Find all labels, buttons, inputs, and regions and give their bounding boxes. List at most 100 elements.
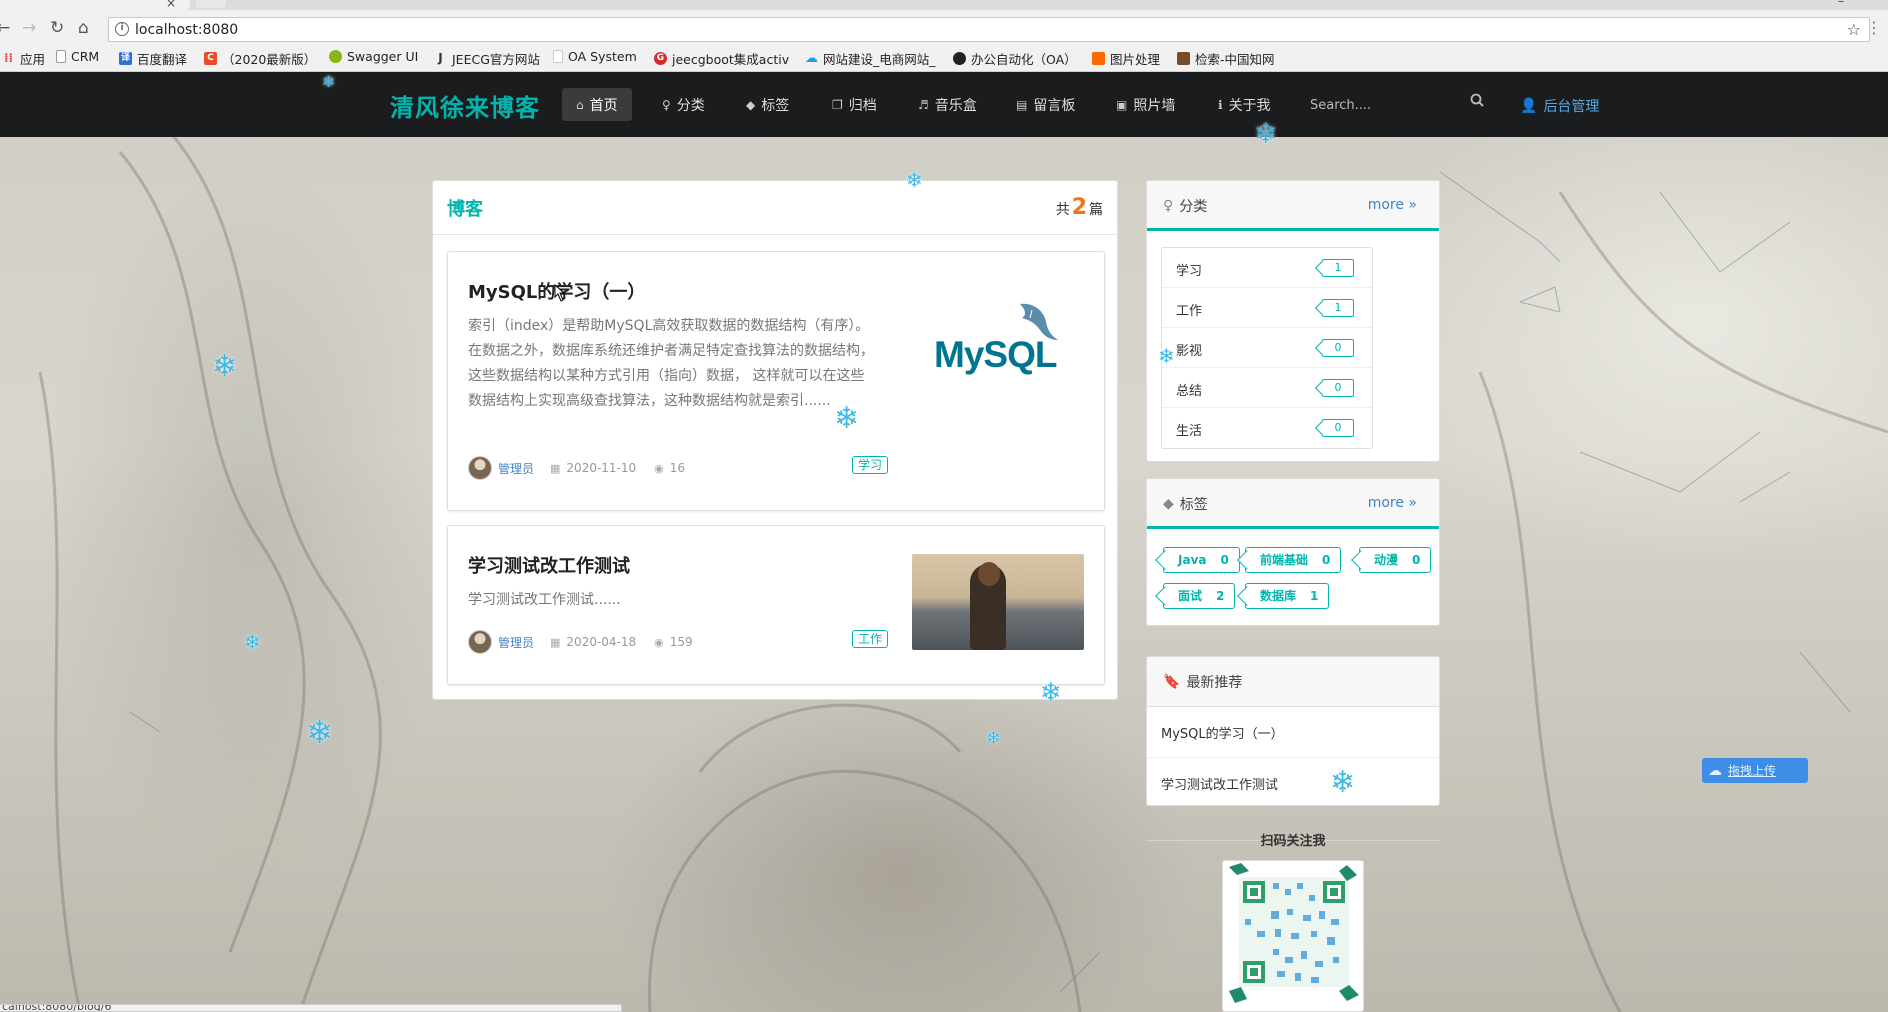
snowflake-icon: ❄: [1254, 117, 1278, 150]
double-chevron-right-icon: »: [1408, 197, 1417, 213]
category-item[interactable]: 影视 0: [1162, 328, 1372, 368]
address-row: ← → ↻ ⌂ i localhost:8080 ☆ ⋮: [0, 14, 1888, 46]
category-item[interactable]: 生活 0: [1162, 408, 1372, 448]
recommend-card-title: 🔖 最新推荐: [1163, 672, 1242, 692]
snowflake-icon: ❄: [1330, 765, 1356, 800]
snowflake-icon: ❄: [1158, 344, 1175, 368]
bookmark-swagger[interactable]: Swagger UI: [329, 49, 418, 64]
qr-title: 扫码关注我: [1260, 834, 1326, 849]
tag-item[interactable]: 动漫 0: [1359, 547, 1432, 573]
address-url[interactable]: localhost:8080: [135, 22, 238, 38]
bookmark-2020[interactable]: C （2020最新版）: [204, 49, 316, 68]
search-input[interactable]: [1310, 92, 1490, 118]
post-thumbnail-mysql-logo[interactable]: MySQL: [912, 292, 1084, 388]
bookmark-oa-system[interactable]: OA System: [553, 49, 637, 64]
post-thumbnail-photo[interactable]: [912, 554, 1084, 650]
calendar-icon: ▦: [550, 635, 561, 649]
address-bar[interactable]: i localhost:8080 ☆: [108, 17, 1870, 42]
bookmark-label: jeecgboot集成activ: [672, 52, 790, 67]
nav-item-category[interactable]: ♀ 分类: [648, 88, 719, 121]
category-count-badge: 1: [1322, 259, 1354, 277]
category-item[interactable]: 总结 0: [1162, 368, 1372, 408]
upload-label: 拖拽上传: [1728, 764, 1777, 778]
tag-card-header: ◆ 标签 more »: [1147, 479, 1439, 529]
post-meta: 管理员 ▦ 2020-11-10 ◉ 16: [468, 456, 685, 480]
nav-item-archive[interactable]: ❐ 归档: [818, 88, 891, 121]
bookmark-baidu-translate[interactable]: 译百度翻译: [119, 49, 187, 68]
bookmark-label: 网站建设_电商网站_: [823, 52, 936, 67]
bookmark-crm[interactable]: CRM: [56, 49, 99, 64]
recommend-item[interactable]: 学习测试改工作测试: [1147, 757, 1439, 807]
site-brand[interactable]: 清风徐来博客: [390, 88, 540, 123]
browser-tab[interactable]: [0, 0, 190, 10]
bookmark-image-tool[interactable]: 图片处理: [1092, 49, 1160, 68]
snowflake-icon: ❄: [306, 713, 333, 751]
tag-item[interactable]: 前端基础 0: [1245, 547, 1342, 573]
nav-item-label: 归档: [848, 97, 877, 114]
blog-count: 共 2 篇: [1056, 195, 1103, 220]
tag-more-link[interactable]: more »: [1368, 495, 1417, 511]
eye-icon: ◉: [654, 461, 664, 475]
bookmark-jeecgboot[interactable]: Gjeecgboot集成activ: [654, 49, 789, 68]
bookmark-label: 图片处理: [1110, 52, 1161, 67]
bookmark-oa[interactable]: 办公自动化（OA）: [953, 49, 1077, 68]
category-more-link[interactable]: more »: [1368, 197, 1417, 213]
card-title-text: 分类: [1179, 199, 1208, 215]
admin-link-label: 后台管理: [1543, 99, 1600, 115]
bookmark-web-build[interactable]: ☁ 网站建设_电商网站_: [805, 49, 936, 68]
qr-code-image: [1229, 863, 1359, 1003]
post-views: 16: [669, 461, 686, 475]
nav-item-photos[interactable]: ▣ 照片墙: [1102, 88, 1189, 121]
nav-item-home[interactable]: ⌂ 首页: [562, 88, 632, 121]
tag-count: 1: [1310, 589, 1319, 603]
mysql-logo-text: MySQL: [934, 334, 1057, 375]
bookmark-star-icon[interactable]: ☆: [1847, 20, 1861, 39]
bookmark-label: 办公自动化（OA）: [971, 52, 1077, 67]
nav-item-label: 分类: [676, 97, 705, 114]
post-tag[interactable]: 工作: [851, 630, 888, 648]
bookmark-label: CRM: [71, 49, 100, 64]
category-item[interactable]: 学习 1: [1162, 248, 1372, 288]
swagger-icon: [329, 50, 342, 63]
post-author[interactable]: 管理员: [498, 460, 534, 477]
post-title[interactable]: 学习测试改工作测试: [468, 552, 630, 578]
category-card-title: ♀ 分类: [1163, 196, 1207, 216]
site-info-icon[interactable]: i: [115, 22, 129, 36]
bookmark-apps[interactable]: ⁞⁞ 应用: [2, 49, 45, 68]
count-prefix: 共: [1055, 202, 1070, 218]
search-icon[interactable]: [1470, 93, 1484, 107]
home-icon[interactable]: ⌂: [78, 18, 89, 38]
snowflake-icon: ❄: [1040, 678, 1062, 708]
eye-icon: ◉: [654, 635, 664, 649]
back-icon[interactable]: ←: [0, 18, 10, 38]
admin-link[interactable]: 👤 后台管理: [1520, 96, 1599, 116]
post-tag[interactable]: 学习: [851, 456, 888, 474]
nav-item-guestbook[interactable]: ▤ 留言板: [1002, 88, 1089, 121]
blog-post-card[interactable]: MySQL的学习（一） 索引（index）是帮助MySQL高效获取数据的数据结构…: [447, 251, 1105, 511]
snowflake-icon: ❄: [322, 72, 336, 91]
reload-icon[interactable]: ↻: [50, 18, 64, 38]
category-item[interactable]: 工作 1: [1162, 288, 1372, 328]
post-author[interactable]: 管理员: [498, 634, 534, 651]
tag-name: 数据库: [1260, 589, 1297, 603]
window-minimize-icon[interactable]: –: [1838, 0, 1844, 8]
new-tab-button[interactable]: [196, 0, 226, 8]
tab-close-icon[interactable]: ×: [166, 0, 176, 10]
tag-card: ◆ 标签 more » Java 0 前端基础 0 动漫 0 面试 2 数据库 1: [1146, 478, 1440, 626]
category-count-badge: 0: [1322, 339, 1354, 357]
recommend-item[interactable]: MySQL的学习（一）: [1147, 707, 1439, 757]
tag-item[interactable]: 数据库 1: [1245, 583, 1330, 609]
bookmark-jeecg[interactable]: J JEECG官方网站: [434, 49, 540, 68]
bookmark-cnki[interactable]: 检索-中国知网: [1177, 49, 1275, 68]
tag-item[interactable]: 面试 2: [1163, 583, 1236, 609]
drag-upload-button[interactable]: ☁ 拖拽上传: [1702, 758, 1808, 783]
blog-post-card[interactable]: 学习测试改工作测试 学习测试改工作测试...... 管理员 ▦ 2020-04-…: [447, 525, 1105, 685]
nav-item-music[interactable]: ♬ 音乐盒: [904, 88, 991, 121]
nav-item-tags[interactable]: ◆ 标签: [732, 88, 803, 121]
browser-chrome: × – ← → ↻ ⌂ i localhost:8080 ☆ ⋮ ⁞⁞ 应用 CR…: [0, 0, 1888, 72]
bookmark-label: JEECG官方网站: [452, 52, 540, 67]
tag-item[interactable]: Java 0: [1163, 547, 1240, 573]
forward-icon[interactable]: →: [22, 18, 36, 38]
snowflake-icon: ❄: [986, 728, 1002, 749]
browser-menu-icon[interactable]: ⋮: [1866, 18, 1882, 37]
